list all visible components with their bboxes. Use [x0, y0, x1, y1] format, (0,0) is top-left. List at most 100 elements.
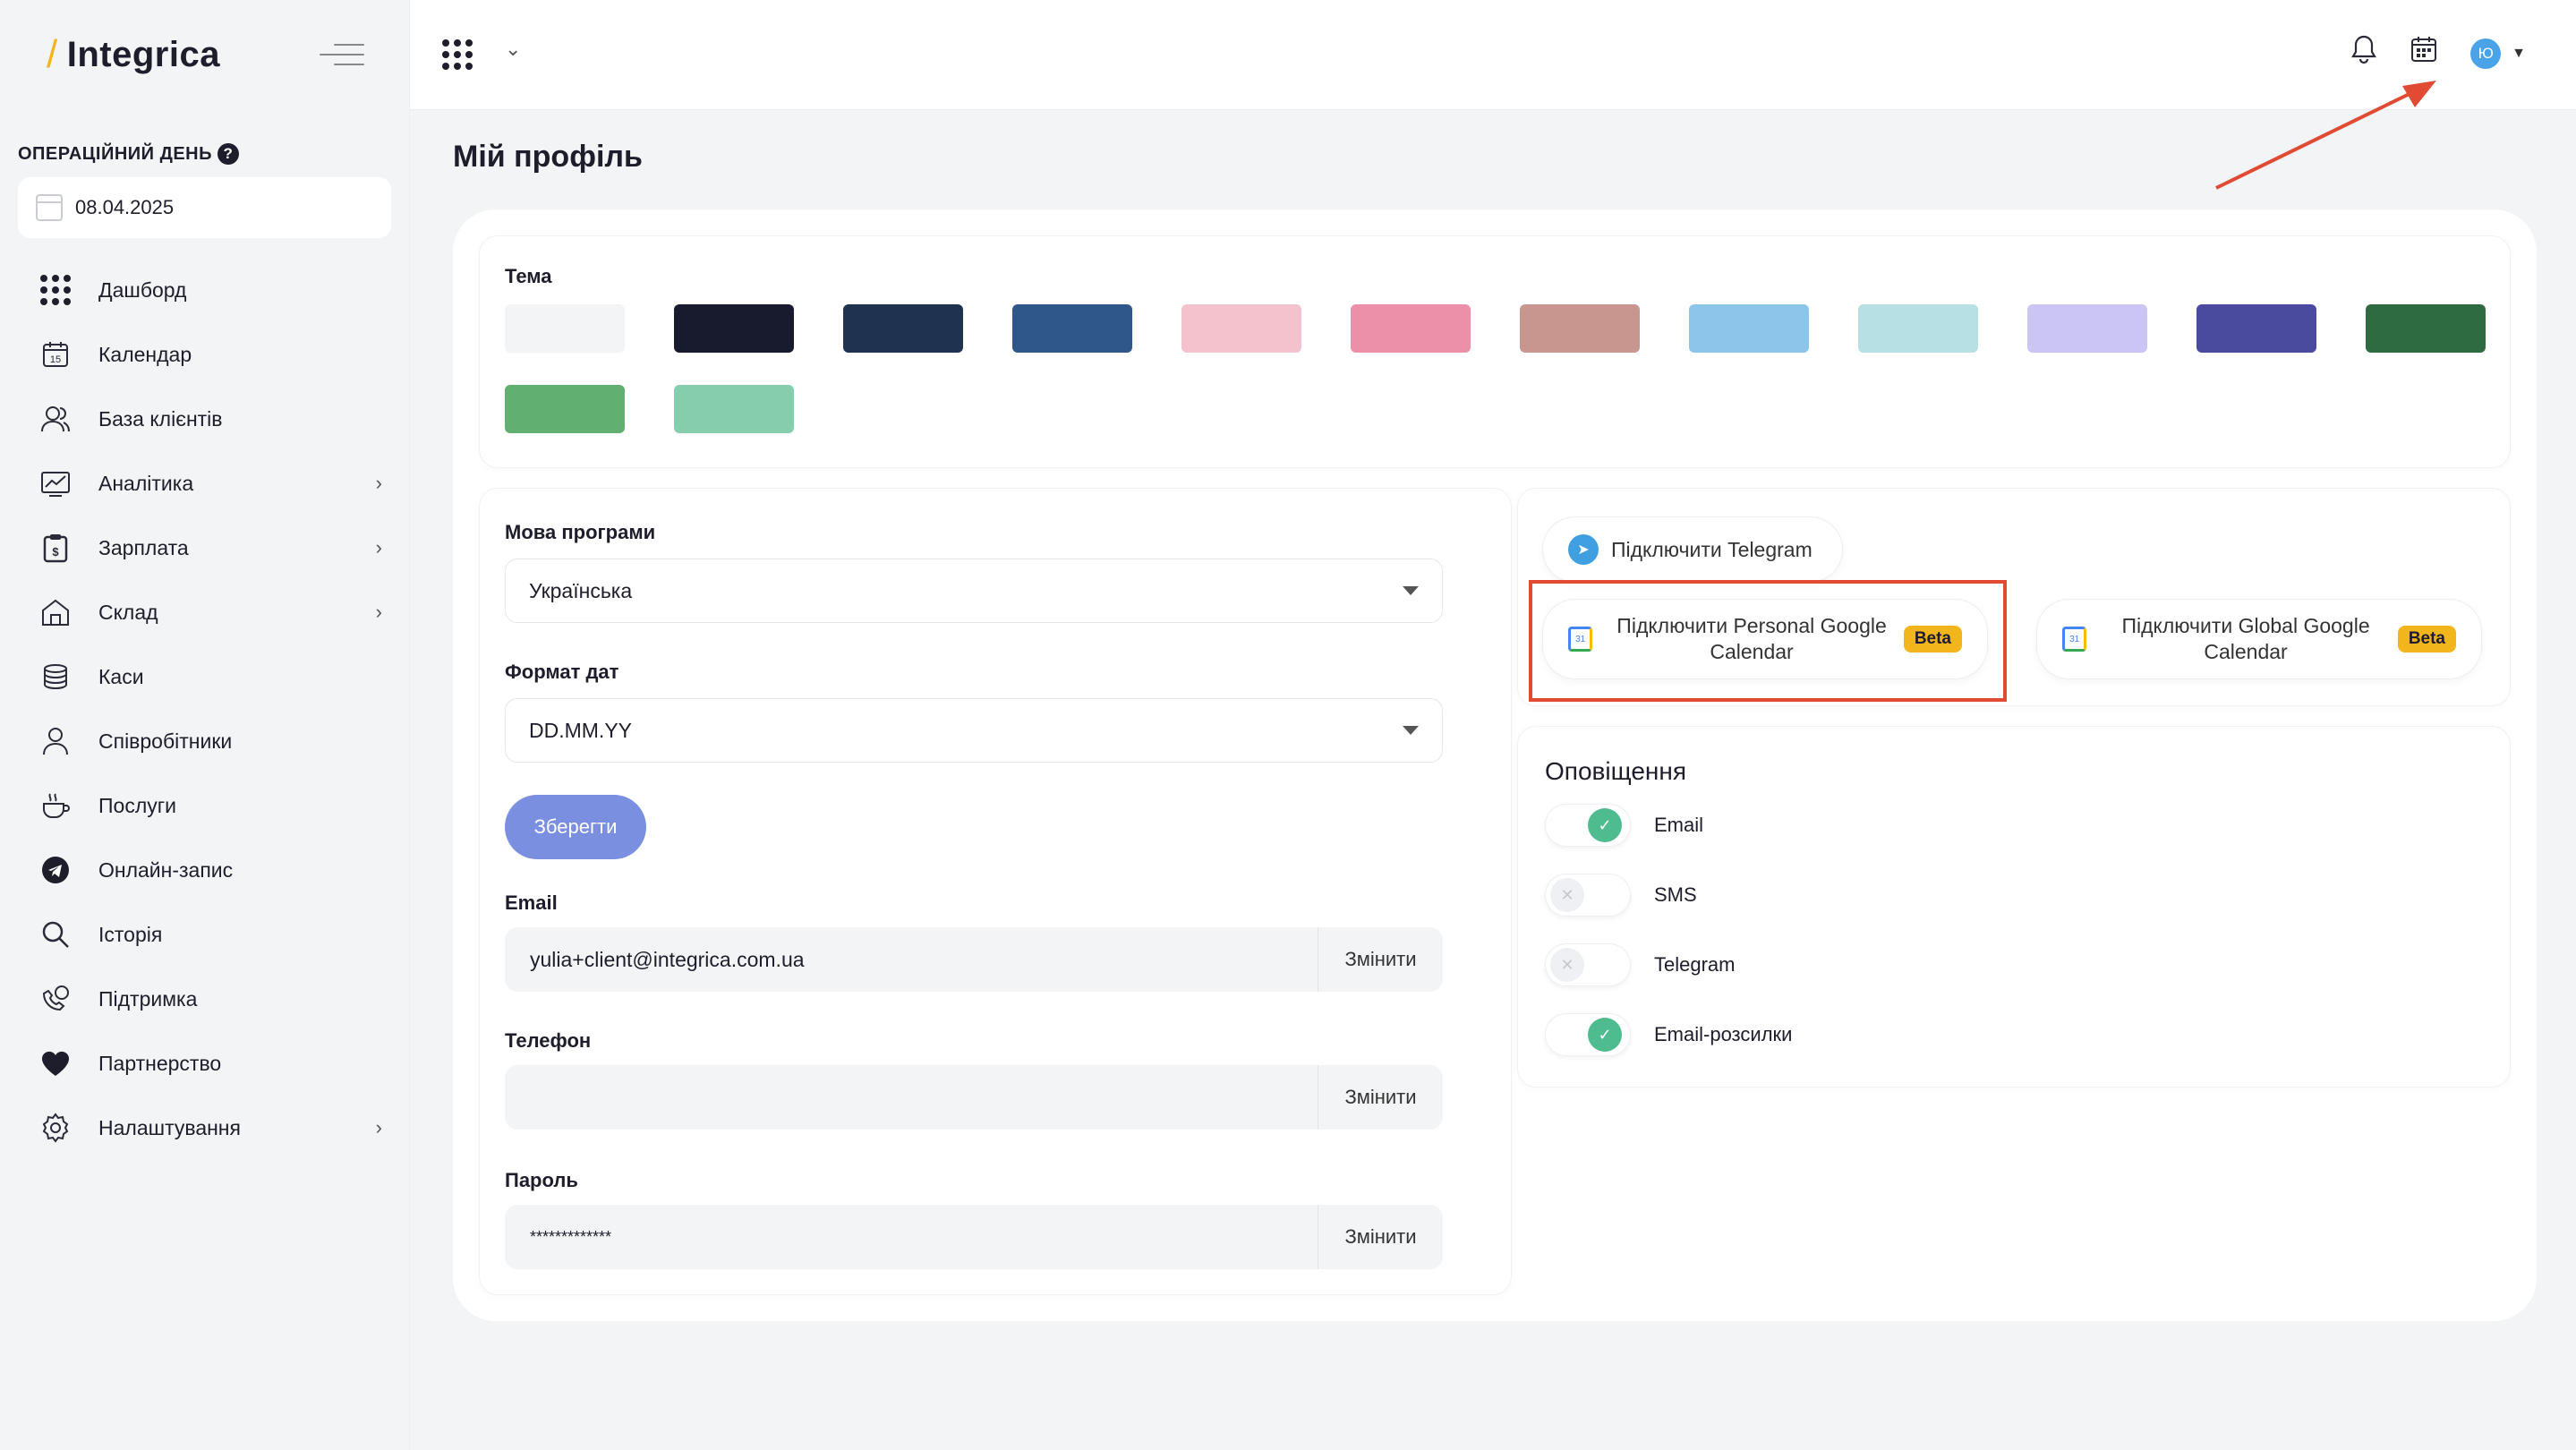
telegram-notification-toggle[interactable]: ✕	[1545, 943, 1631, 986]
history-icon	[39, 918, 72, 951]
theme-swatches	[505, 304, 2486, 433]
date-format-value: DD.MM.YY	[529, 718, 632, 742]
logo-slash: /	[47, 32, 58, 76]
toggle-label: Email-розсилки	[1654, 1023, 1793, 1045]
heart-icon	[39, 1047, 72, 1079]
caret-down-icon	[1403, 586, 1419, 595]
op-day-title: ОПЕРАЦІЙНИЙ ДЕНЬ	[18, 143, 212, 164]
logo-row: / Integrica	[0, 0, 409, 109]
toggle-label: Telegram	[1654, 953, 1736, 976]
password-field[interactable]	[505, 1205, 1318, 1269]
sidebar-item-support[interactable]: Підтримка	[0, 967, 409, 1031]
theme-swatch[interactable]	[2196, 304, 2316, 353]
email-label: Email	[505, 891, 558, 914]
phone-field[interactable]	[505, 1065, 1318, 1130]
change-phone-button[interactable]: Змінити	[1318, 1065, 1443, 1130]
cross-icon: ✕	[1550, 878, 1584, 912]
sidebar-item-warehouse[interactable]: Склад ›	[0, 580, 409, 644]
operational-day: ОПЕРАЦІЙНИЙ ДЕНЬ ? 08.04.2025	[0, 109, 409, 238]
sidebar-item-clients[interactable]: База клієнтів	[0, 387, 409, 451]
sidebar-item-services[interactable]: Послуги	[0, 773, 409, 838]
beta-badge: Beta	[2397, 626, 2456, 652]
annotation-arrow-icon	[2215, 81, 2436, 190]
sidebar-item-label: Співробітники	[98, 729, 233, 753]
date-picker[interactable]: 08.04.2025	[18, 177, 391, 238]
sidebar-item-analytics[interactable]: Аналітика ›	[0, 451, 409, 516]
profile-settings-panel: Мова програми Українська Формат дат DD.M…	[480, 489, 1511, 1294]
email-row: Змінити	[505, 927, 1443, 992]
theme-swatch[interactable]	[1520, 304, 1640, 353]
calendar-icon[interactable]	[2410, 35, 2438, 72]
menu-toggle-icon[interactable]	[320, 42, 364, 67]
theme-swatch[interactable]	[843, 304, 963, 353]
avatar[interactable]: Ю	[2470, 38, 2502, 69]
date-format-label: Формат дат	[505, 661, 619, 683]
annotation-highlight-box	[1529, 580, 2007, 702]
chevron-down-icon[interactable]: ⌄	[505, 38, 521, 61]
language-value: Українська	[529, 578, 633, 602]
sidebar-item-label: База клієнтів	[98, 406, 223, 431]
sms-notification-toggle[interactable]: ✕	[1545, 874, 1631, 917]
check-icon: ✓	[1588, 1018, 1622, 1052]
apps-grid-icon[interactable]	[442, 39, 473, 70]
caret-down-icon[interactable]: ▼	[2512, 46, 2526, 62]
theme-swatch[interactable]	[2027, 304, 2147, 353]
sidebar-item-label: Календар	[98, 342, 192, 366]
connect-global-google-button[interactable]: 31 Підключити Global Google Calendar Bet…	[2037, 600, 2481, 678]
cross-icon: ✕	[1550, 948, 1584, 982]
support-icon	[39, 983, 72, 1015]
sidebar-item-staff[interactable]: Співробітники	[0, 709, 409, 773]
theme-swatch[interactable]	[1012, 304, 1132, 353]
theme-swatch[interactable]	[1689, 304, 1809, 353]
connect-telegram-button[interactable]: ➤ Підключити Telegram	[1543, 517, 1842, 582]
profile-card: Тема Мова програми Українська Формат дат…	[453, 209, 2537, 1321]
grid-icon	[39, 274, 72, 306]
notifications-panel: Оповіщення ✓ Email ✕ SMS ✕ Telegram ✓ Em…	[1518, 727, 2510, 1087]
theme-swatch[interactable]	[2366, 304, 2486, 353]
theme-swatch[interactable]	[1181, 304, 1301, 353]
sidebar-item-history[interactable]: Історія	[0, 902, 409, 967]
chevron-right-icon: ›	[375, 1116, 382, 1139]
language-select[interactable]: Українська	[505, 559, 1443, 623]
sidebar-item-label: Зарплата	[98, 535, 189, 559]
sidebar-item-cash[interactable]: Каси	[0, 644, 409, 709]
sidebar-item-label: Дашборд	[98, 277, 187, 302]
theme-swatch[interactable]	[505, 304, 625, 353]
change-password-button[interactable]: Змінити	[1318, 1205, 1443, 1269]
sidebar-item-calendar[interactable]: 15 Календар	[0, 322, 409, 387]
sidebar-item-settings[interactable]: Налаштування ›	[0, 1096, 409, 1160]
save-button[interactable]: Зберегти	[505, 795, 646, 859]
bell-icon[interactable]	[2350, 34, 2377, 72]
caret-down-icon	[1403, 726, 1419, 735]
sidebar-nav: Дашборд 15 Календар База клієнтів Аналіт…	[0, 258, 409, 1160]
theme-swatch[interactable]	[674, 304, 794, 353]
theme-swatch[interactable]	[674, 385, 794, 433]
email-field[interactable]	[505, 927, 1318, 992]
change-email-button[interactable]: Змінити	[1318, 927, 1443, 992]
sidebar-item-label: Історія	[98, 922, 163, 946]
notification-sms-row: ✕ SMS	[1545, 874, 1697, 917]
salary-icon: $	[39, 532, 72, 564]
newsletter-notification-toggle[interactable]: ✓	[1545, 1013, 1631, 1056]
sidebar-item-label: Налаштування	[98, 1115, 241, 1139]
sidebar-item-partnership[interactable]: Партнерство	[0, 1031, 409, 1096]
sidebar-item-label: Аналітика	[98, 471, 194, 495]
password-label: Пароль	[505, 1169, 578, 1191]
sidebar-item-online-booking[interactable]: Онлайн-запис	[0, 838, 409, 902]
sidebar-item-dashboard[interactable]: Дашборд	[0, 258, 409, 322]
theme-swatch[interactable]	[1351, 304, 1471, 353]
telegram-icon: ➤	[1568, 534, 1599, 565]
date-format-select[interactable]: DD.MM.YY	[505, 698, 1443, 763]
help-icon[interactable]: ?	[218, 143, 239, 165]
toggle-label: SMS	[1654, 883, 1697, 906]
sidebar-item-label: Послуги	[98, 793, 176, 817]
email-notification-toggle[interactable]: ✓	[1545, 804, 1631, 847]
sidebar-item-label: Склад	[98, 600, 158, 624]
theme-swatch[interactable]	[505, 385, 625, 433]
notification-telegram-row: ✕ Telegram	[1545, 943, 1735, 986]
sidebar-item-salary[interactable]: $ Зарплата ›	[0, 516, 409, 580]
theme-swatch[interactable]	[1858, 304, 1978, 353]
logo[interactable]: / Integrica	[47, 32, 220, 77]
sidebar-item-label: Підтримка	[98, 986, 198, 1011]
staff-icon	[39, 725, 72, 757]
